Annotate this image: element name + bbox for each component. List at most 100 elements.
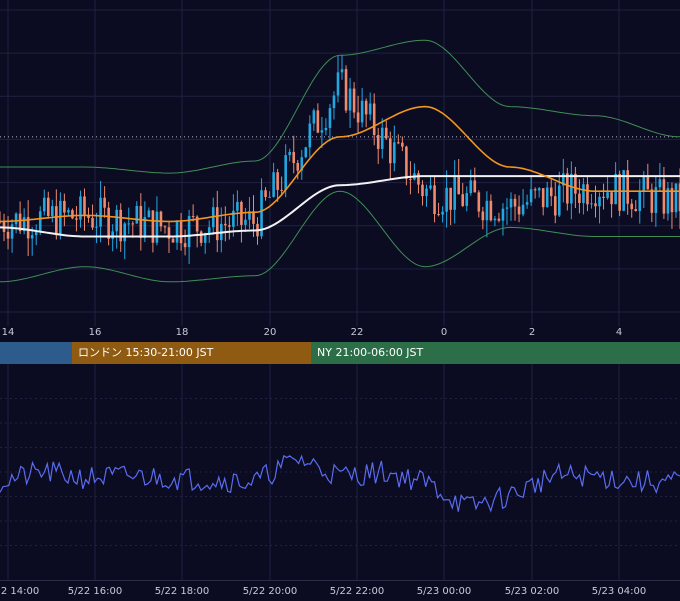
candle-body (594, 203, 597, 207)
time-tick: 20 (263, 327, 277, 338)
candle-body (151, 210, 155, 243)
candle-body (473, 180, 477, 193)
session-london-label: ロンドン 15:30-21:00 JST (78, 346, 214, 359)
candle-body (441, 211, 444, 215)
candle-body (14, 213, 18, 225)
time-tick: 22 (350, 327, 364, 338)
oscillator-time-axis: 5/22 14:00 5/22 16:00 5/22 18:00 5/22 20… (0, 580, 680, 601)
candle-body (276, 172, 279, 190)
candle-body (417, 173, 420, 185)
candle-body (147, 210, 151, 218)
date-tick: 5/23 04:00 (591, 586, 647, 597)
candle-body (549, 187, 553, 197)
oscillator-chart[interactable] (0, 364, 680, 580)
candle-body (332, 95, 336, 109)
candle-body (224, 223, 227, 226)
candle-body (630, 203, 634, 210)
candle-body (344, 69, 348, 111)
price-chart[interactable] (0, 0, 680, 326)
candle-body (634, 209, 638, 212)
candle-body (244, 219, 247, 225)
candle-body (590, 203, 593, 205)
candle-body (215, 207, 219, 241)
candle-body (63, 200, 66, 213)
candle-body (304, 147, 308, 158)
candle-body (191, 215, 195, 217)
candle-body (356, 112, 360, 123)
candle-body (513, 198, 517, 207)
candle-body (328, 108, 332, 128)
candle-body (83, 196, 86, 216)
candle-body (557, 185, 561, 216)
candle-body (393, 142, 396, 164)
time-tick: 0 (440, 327, 448, 338)
candle-body (606, 192, 609, 198)
candle-body (312, 110, 316, 124)
candle-body (650, 189, 654, 213)
candle-body (30, 235, 34, 239)
candle-body (566, 173, 569, 204)
candle-body (493, 218, 497, 221)
candle-body (127, 223, 131, 225)
candle-body (292, 151, 296, 163)
candle-body (372, 103, 376, 135)
candle-body (445, 187, 448, 212)
candle-body (501, 208, 505, 221)
session-ny: NY 21:00-06:00 JST (311, 342, 680, 364)
session-tokyo (0, 342, 72, 364)
candle-body (296, 162, 300, 171)
date-tick: 5/22 22:00 (329, 586, 385, 597)
candle-body (340, 69, 344, 73)
candle-body (425, 188, 428, 197)
candle-body (183, 243, 187, 248)
candle-body (449, 187, 452, 210)
bollinger-upper-line (0, 39, 680, 174)
candle-body (646, 176, 650, 190)
candle-body (461, 194, 465, 206)
candle-body (489, 200, 493, 221)
date-tick: 5/22 18:00 (154, 586, 210, 597)
candle-body (505, 207, 509, 209)
candle-body (288, 151, 292, 156)
candle-body (175, 221, 179, 243)
candle-body (99, 197, 102, 227)
session-ny-label: NY 21:00-06:00 JST (317, 346, 424, 359)
candle-body (409, 178, 412, 180)
time-tick: 4 (615, 327, 623, 338)
candle-body (6, 231, 10, 239)
slow-moving-average-line (0, 175, 680, 238)
candle-body (602, 196, 605, 198)
time-tick: 14 (1, 327, 15, 338)
candle-body (38, 211, 42, 232)
candle-body (642, 176, 646, 193)
candle-body (457, 175, 460, 195)
candle-body (348, 88, 352, 111)
candle-body (477, 192, 481, 212)
candle-body (586, 184, 589, 205)
candle-body (521, 204, 525, 215)
candle-body (638, 192, 642, 212)
time-tick: 18 (175, 327, 189, 338)
candle-body (368, 103, 372, 115)
candle-body (268, 196, 271, 198)
candle-body (537, 188, 541, 191)
time-tick: 16 (88, 327, 102, 338)
candle-body (525, 202, 529, 205)
date-tick: 5/22 16:00 (67, 586, 123, 597)
candle-body (51, 206, 54, 216)
candle-body (107, 207, 110, 239)
candle-body (405, 146, 408, 179)
candle-body (272, 172, 275, 197)
candle-body (59, 200, 62, 236)
candle-body (662, 179, 666, 214)
candle-body (228, 225, 231, 227)
market-session-bar: ロンドン 15:30-21:00 JST NY 21:00-06:00 JST (0, 342, 680, 364)
candle-body (179, 221, 183, 244)
candle-body (509, 198, 513, 208)
date-tick: 5/23 02:00 (504, 586, 560, 597)
candle-body (397, 142, 400, 144)
candle-body (437, 214, 440, 216)
candle-body (199, 231, 203, 243)
candle-body (320, 130, 324, 133)
candle-body (497, 218, 501, 221)
